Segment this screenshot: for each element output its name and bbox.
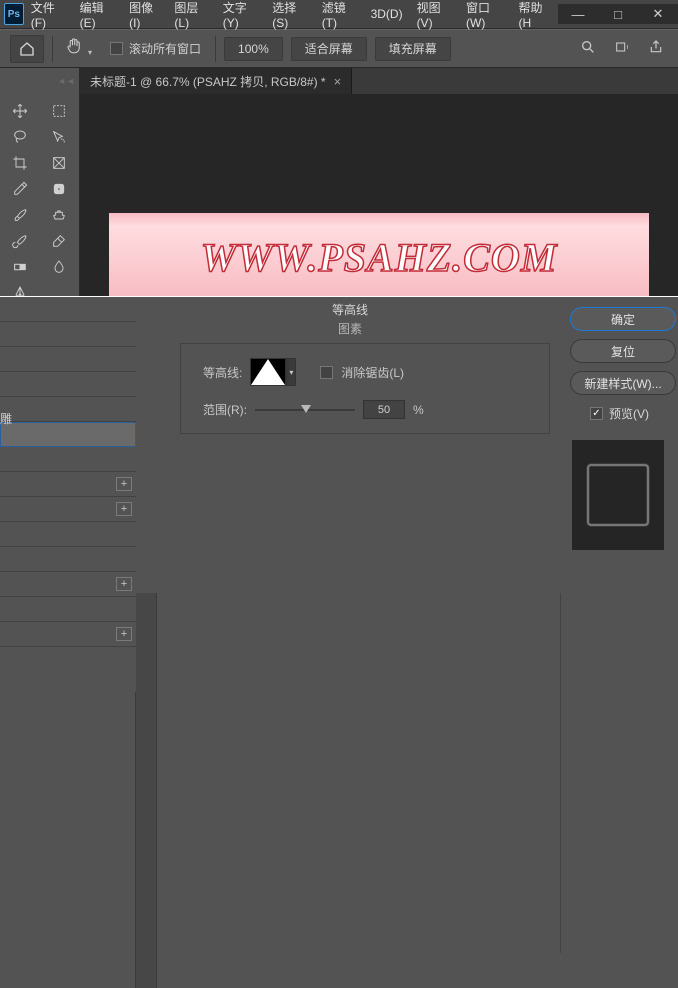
contour-dropdown-button[interactable]: ▾ — [286, 358, 296, 386]
zoom-level-button[interactable]: 100% — [224, 37, 283, 61]
fx-add-icon[interactable]: + — [116, 577, 132, 591]
share-icon[interactable] — [648, 39, 664, 58]
style-row[interactable] — [0, 597, 136, 622]
quick-select-tool[interactable] — [40, 124, 80, 150]
home-button[interactable] — [10, 35, 44, 63]
style-row[interactable]: + — [0, 472, 136, 497]
fit-screen-button[interactable]: 适合屏幕 — [291, 37, 367, 61]
style-row[interactable] — [0, 447, 136, 472]
fx-add-icon[interactable]: + — [116, 627, 132, 641]
range-unit: % — [413, 403, 424, 417]
history-brush-tool[interactable] — [0, 228, 40, 254]
antialias-checkbox[interactable] — [320, 366, 333, 379]
tab-close-button[interactable]: × — [334, 74, 342, 89]
antialias-label: 消除锯齿(L) — [341, 364, 404, 381]
style-row[interactable] — [0, 322, 136, 347]
style-row[interactable] — [0, 522, 136, 547]
preview-checkbox[interactable]: ✓ — [590, 407, 603, 420]
dialog-section-title: 等高线 — [332, 301, 368, 318]
canvas-text: WWW.PSAHZ.COM — [201, 234, 558, 281]
menu-select[interactable]: 选择(S) — [265, 0, 314, 29]
contour-label: 等高线: — [203, 364, 242, 381]
menu-help[interactable]: 帮助(H — [511, 0, 558, 29]
menu-window[interactable]: 窗口(W) — [459, 0, 511, 29]
dialog-content: 等高线 图素 等高线: ▾ 消除锯齿(L) 范围(R): 50 % — [150, 297, 550, 434]
fx-add-icon[interactable]: + — [116, 477, 132, 491]
menu-filter[interactable]: 滤镜(T) — [315, 0, 364, 29]
dialog-section-subtitle: 图素 — [338, 320, 362, 337]
document-tab[interactable]: 未标题-1 @ 66.7% (PSAHZ 拷贝, RGB/8#) * × — [80, 68, 352, 94]
window-close-button[interactable]: ✕ — [638, 4, 678, 24]
collapse-icon[interactable]: ◄◄ — [57, 76, 75, 86]
style-row[interactable]: + — [0, 572, 136, 597]
document-tab-bar: ◄◄ 未标题-1 @ 66.7% (PSAHZ 拷贝, RGB/8#) * × — [0, 68, 678, 94]
menu-bar: Ps 文件(F) 编辑(E) 图像(I) 图层(L) 文字(Y) 选择(S) 滤… — [0, 0, 678, 29]
gradient-tool[interactable] — [0, 254, 40, 280]
scroll-all-label: 滚动所有窗口 — [129, 40, 201, 57]
frame-icon[interactable] — [614, 39, 630, 58]
fx-add-icon[interactable]: + — [116, 502, 132, 516]
style-row[interactable] — [0, 347, 136, 372]
preview-label: 预览(V) — [609, 405, 649, 422]
window-minimize-button[interactable]: — — [558, 4, 598, 24]
range-label: 范围(R): — [203, 401, 247, 418]
menu-image[interactable]: 图像(I) — [122, 0, 167, 29]
range-value-input[interactable]: 50 — [363, 400, 405, 419]
preview-thumbnail — [572, 440, 664, 550]
style-row-selected[interactable] — [0, 422, 136, 447]
style-row[interactable]: + — [0, 497, 136, 522]
style-row[interactable] — [0, 372, 136, 397]
fill-screen-button[interactable]: 填充屏幕 — [375, 37, 451, 61]
marquee-tool[interactable] — [40, 98, 80, 124]
menu-file[interactable]: 文件(F) — [24, 0, 73, 29]
canvas-content: WWW.PSAHZ.COM — [109, 213, 649, 301]
lasso-tool[interactable] — [0, 124, 40, 150]
style-row[interactable] — [0, 297, 136, 322]
blur-tool[interactable] — [40, 254, 80, 280]
checkbox-icon[interactable] — [110, 42, 123, 55]
new-style-button[interactable]: 新建样式(W)... — [570, 371, 676, 395]
window-maximize-button[interactable]: □ — [598, 4, 638, 24]
canvas-area[interactable]: WWW.PSAHZ.COM — [80, 94, 678, 297]
menu-layer[interactable]: 图层(L) — [167, 0, 215, 29]
options-bar: ▾ 滚动所有窗口 100% 适合屏幕 填充屏幕 — [0, 29, 678, 68]
eraser-tool[interactable] — [40, 228, 80, 254]
frame-tool[interactable] — [40, 150, 80, 176]
menu-3d[interactable]: 3D(D) — [364, 0, 410, 29]
menu-view[interactable]: 视图(V) — [410, 0, 459, 29]
crop-tool[interactable] — [0, 150, 40, 176]
layer-style-dialog: + + + + 雕 等高线 图素 等高线: ▾ 消除锯齿(L) 范围( — [0, 296, 678, 691]
move-tool[interactable] — [0, 98, 40, 124]
hand-tool-icon[interactable]: ▾ — [61, 37, 96, 60]
reset-button[interactable]: 复位 — [570, 339, 676, 363]
ps-logo-icon: Ps — [4, 3, 24, 25]
contour-thumbnail[interactable] — [250, 358, 286, 386]
clone-stamp-tool[interactable] — [40, 202, 80, 228]
style-row[interactable]: + — [0, 622, 136, 647]
ok-button[interactable]: 确定 — [570, 307, 676, 331]
menu-type[interactable]: 文字(Y) — [216, 0, 265, 29]
brush-tool[interactable] — [0, 202, 40, 228]
range-slider[interactable] — [255, 404, 355, 416]
style-row[interactable] — [0, 547, 136, 572]
toolbox — [0, 94, 80, 297]
patch-tool[interactable] — [40, 176, 80, 202]
eyedropper-tool[interactable] — [0, 176, 40, 202]
style-list: + + + + — [0, 297, 136, 692]
dialog-buttons: 确定 复位 新建样式(W)... ✓ 预览(V) — [570, 301, 678, 550]
search-icon[interactable] — [580, 39, 596, 58]
style-row[interactable] — [0, 397, 136, 422]
style-label-truncated: 雕 — [0, 406, 12, 431]
scroll-all-windows-checkbox[interactable]: 滚动所有窗口 — [104, 40, 207, 57]
menu-edit[interactable]: 编辑(E) — [73, 0, 122, 29]
document-tab-title: 未标题-1 @ 66.7% (PSAHZ 拷贝, RGB/8#) * — [90, 73, 326, 90]
